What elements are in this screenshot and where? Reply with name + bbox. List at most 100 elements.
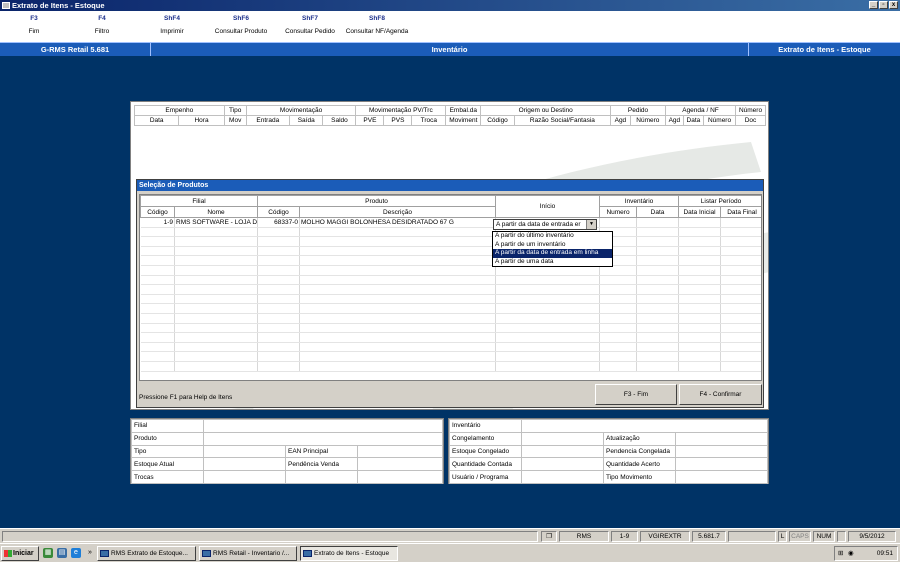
col-produto-codigo[interactable]: Código: [257, 206, 300, 218]
browser-icon[interactable]: e: [71, 548, 81, 558]
fkey-filtro[interactable]: F4 Filtro: [91, 15, 113, 35]
option-ultimo-inventario[interactable]: A partir do último inventário: [493, 232, 612, 241]
empty-row: [140, 255, 761, 266]
empty-cell: [495, 351, 600, 362]
col-agd[interactable]: Agd: [610, 115, 631, 126]
cell-inventario-numero[interactable]: [599, 217, 637, 228]
cell-filial-codigo[interactable]: 1-9: [140, 217, 175, 228]
task-rms-inventario[interactable]: RMS Retail - Inventario /...: [199, 546, 297, 561]
empty-row: [140, 313, 761, 324]
group-inventario: Inventário: [598, 195, 680, 207]
table-row[interactable]: 1-9 RMS SOFTWARE - LOJA D 68337-0 MOLHO …: [140, 217, 761, 228]
col-mov[interactable]: Mov: [223, 115, 247, 126]
tray-volume-icon[interactable]: ◉: [848, 547, 854, 560]
quicklaunch-chevron-icon[interactable]: »: [85, 548, 95, 558]
excel-icon[interactable]: ▦: [43, 548, 53, 558]
inicio-select-value: A partir da data de entrada er: [496, 221, 581, 228]
option-uma-data[interactable]: A partir de uma data: [493, 258, 612, 267]
col-hora[interactable]: Hora: [178, 115, 225, 126]
fkey-imprimir[interactable]: ShF4 Imprimir: [156, 15, 188, 35]
empty-row: [140, 303, 761, 314]
empty-cell: [678, 342, 722, 353]
tray-network-icon[interactable]: ⊞: [838, 547, 843, 560]
col-filial-nome[interactable]: Nome: [174, 206, 258, 218]
empty-cell: [678, 351, 722, 362]
col-entrada[interactable]: Entrada: [245, 115, 290, 126]
empty-cell: [140, 255, 175, 266]
status-bar: ❐ RMS 1-9 VGIREXTR 5.681.7 L CAPS NUM 9/…: [0, 528, 900, 543]
task-rms-extrato[interactable]: RMS Extrato de Estoque...: [97, 546, 196, 561]
col-saida[interactable]: Saída: [288, 115, 324, 126]
fkey-fim[interactable]: F3 Fim: [24, 15, 44, 35]
col-codigo[interactable]: Código: [480, 115, 515, 126]
col-filial-codigo[interactable]: Código: [140, 206, 175, 218]
restore-button[interactable]: ▫: [879, 1, 888, 9]
col-inventario-numero[interactable]: Numero: [599, 206, 637, 218]
empty-cell: [720, 323, 761, 334]
minimize-button[interactable]: _: [869, 1, 878, 9]
col-data-2[interactable]: Data: [682, 115, 705, 126]
cell-produto-codigo[interactable]: 68337-0: [257, 217, 300, 228]
fkey-consultar-produto[interactable]: ShF6 Consultar Produto: [211, 15, 271, 35]
empty-cell: [174, 361, 258, 372]
database-icon[interactable]: ▤: [57, 548, 67, 558]
col-pve[interactable]: PVE: [355, 115, 385, 126]
col-doc[interactable]: Doc: [735, 115, 766, 126]
empty-row: [140, 351, 761, 362]
cell-produto-descricao[interactable]: MOLHO MAGGI BOLONHESA DESIDRATADO 67 G: [299, 217, 496, 228]
col-numero-2[interactable]: Número: [703, 115, 736, 126]
close-button[interactable]: x: [889, 1, 898, 9]
col-data[interactable]: Data: [133, 115, 180, 126]
value-inventario: [521, 419, 768, 433]
empty-cell: [599, 313, 637, 324]
cell-data-inicial[interactable]: [678, 217, 722, 228]
status-date: 9/5/2012: [848, 531, 896, 542]
confirmar-button[interactable]: F4 - Confirmar: [679, 384, 762, 405]
group-embal: Embal.da: [445, 105, 482, 116]
col-troca[interactable]: Troca: [411, 115, 447, 126]
tray-clock[interactable]: 09:51: [877, 550, 893, 557]
fkey-consultar-pedido[interactable]: ShF7 Consultar Pedido: [281, 15, 339, 35]
group-movimentacao: Movimentação: [245, 105, 357, 116]
col-inicio[interactable]: Início: [495, 195, 600, 218]
empty-cell: [720, 227, 761, 238]
empty-cell: [599, 351, 637, 362]
col-saldo[interactable]: Saldo: [322, 115, 357, 126]
col-agd-2[interactable]: Agd: [664, 115, 684, 126]
col-data-final[interactable]: Data Final: [720, 206, 761, 218]
empty-cell: [678, 303, 722, 314]
empty-row: [140, 265, 761, 276]
col-numero[interactable]: Número: [629, 115, 666, 126]
empty-cell: [257, 227, 300, 238]
value-pendencia-congelada: [675, 444, 768, 459]
col-pvs[interactable]: PVS: [383, 115, 413, 126]
empty-cell: [257, 303, 300, 314]
label-pendencia-venda: Pendência Venda: [285, 457, 358, 472]
start-button[interactable]: Iniciar: [1, 546, 39, 561]
inicio-select[interactable]: A partir da data de entrada er ▼: [493, 219, 597, 230]
value-atualizacao: [675, 431, 768, 446]
fkey-label: Consultar Pedido: [285, 28, 335, 35]
col-produto-descricao[interactable]: Descrição: [299, 206, 496, 218]
empty-cell: [495, 342, 600, 353]
empty-cell: [174, 246, 258, 257]
cell-inventario-data[interactable]: [636, 217, 680, 228]
empty-cell: [636, 303, 680, 314]
fim-button[interactable]: F3 - Fim: [595, 384, 677, 405]
empty-cell: [299, 313, 496, 324]
cell-data-final[interactable]: [720, 217, 761, 228]
chevron-down-icon[interactable]: ▼: [586, 220, 596, 229]
col-inventario-data[interactable]: Data: [635, 206, 680, 218]
option-um-inventario[interactable]: A partir de um inventário: [493, 241, 612, 250]
empty-row: [140, 332, 761, 343]
fkey-consultar-nf-agenda[interactable]: ShF8 Consultar NF/Agenda: [342, 15, 412, 35]
option-data-entrada-linha[interactable]: A partir da data de entrada em linha: [493, 249, 612, 258]
empty-cell: [720, 246, 761, 257]
status-num: NUM: [813, 531, 835, 542]
col-razao-social[interactable]: Razão Social/Fantasia: [513, 115, 612, 126]
cell-filial-nome[interactable]: RMS SOFTWARE - LOJA D: [174, 217, 258, 228]
task-extrato-itens[interactable]: Extrato de Itens - Estoque: [300, 546, 398, 561]
col-moviment[interactable]: Moviment: [445, 115, 482, 126]
col-data-inicial[interactable]: Data Inicial: [678, 206, 722, 218]
label-filial: Filial: [131, 419, 204, 433]
